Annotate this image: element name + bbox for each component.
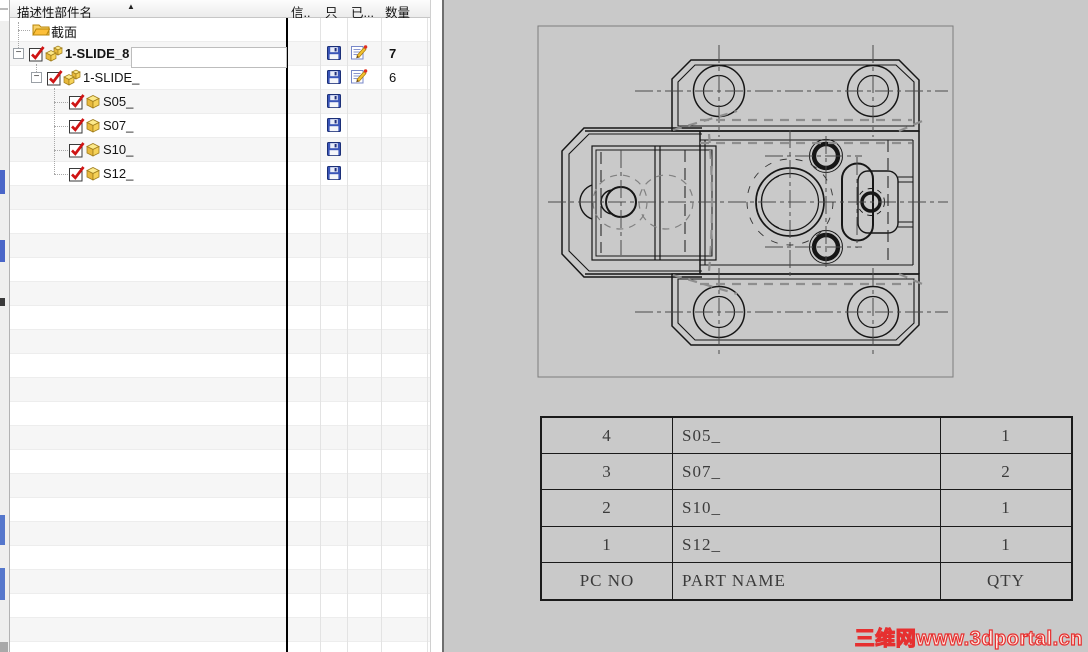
bom-part-name: S12_ [673,526,941,563]
tree-row-assembly-sub[interactable]: − 1-SLIDE_ 6 [10,66,431,90]
assembly-navigator-panel: 描述性部件名 ▲ 信.. 只 已... 数量 截面 − 1-SLIDE_8 7 … [10,0,431,652]
checkbox-checked-icon[interactable] [69,117,86,139]
sort-ascending-icon[interactable]: ▲ [127,2,135,11]
tree-item-label: S05_ [103,94,134,109]
tree-item-label: S12_ [103,166,134,181]
checkbox-checked-icon[interactable] [69,141,86,163]
collapse-expander-icon[interactable]: − [13,48,24,59]
save-disk-icon [327,118,341,137]
left-toolbar-fragment [0,240,5,262]
tree-item-label: 1-SLIDE_ [83,70,140,85]
cube-icon [85,142,101,162]
save-disk-icon [327,142,341,161]
bom-part-name: S10_ [673,490,941,527]
bom-qty: 1 [941,527,1071,563]
tree-row-section[interactable]: 截面 [10,18,431,42]
bom-qty: 1 [941,418,1071,455]
tree-row-part[interactable]: S10_ [10,138,431,162]
save-disk-icon [327,70,341,89]
navigator-column-header[interactable]: 描述性部件名 ▲ 信.. 只 已... 数量 [10,0,430,20]
checkbox-checked-icon[interactable] [69,93,86,115]
save-disk-icon [327,46,341,65]
tree-row-part[interactable]: S05_ [10,90,431,114]
bom-pc-no: 2 [542,490,673,527]
left-toolbar-fragment [0,170,5,194]
bom-header-part-name: PART NAME [673,562,941,599]
quantity-value: 7 [389,46,397,61]
assembly-cubes-icon [63,69,81,91]
assembly-cubes-icon [45,45,63,67]
left-toolbar-fragment [0,642,8,652]
bom-qty: 1 [941,490,1071,527]
bom-header-pc-no: PC NO [542,562,673,599]
tree-row-part[interactable]: S07_ [10,114,431,138]
tree-item-label: 截面 [51,25,78,40]
save-disk-icon [327,94,341,113]
left-toolbar-fragment [0,515,5,545]
cube-icon [85,166,101,186]
folder-icon [32,22,51,42]
left-toolbar-fragment [0,568,5,600]
bom-pc-no: 3 [542,454,673,491]
bom-header-qty: QTY [987,570,1025,590]
checkbox-checked-icon[interactable] [69,165,86,187]
bom-part-name: S07_ [673,454,941,491]
save-disk-icon [327,166,341,185]
cube-icon [85,94,101,114]
checkbox-checked-icon[interactable] [47,69,64,91]
edit-pencil-icon [351,69,368,90]
tree-item-label: 1-SLIDE_8 [65,46,130,61]
bom-part-name: S05_ [673,418,941,455]
cube-icon [85,118,101,138]
left-toolbar-fragment [0,298,5,306]
left-toolbar-fragment [0,8,8,10]
left-toolbar-strip [0,0,10,652]
tree-item-label: S07_ [103,118,134,133]
parts-list-table: 4 S05_ 1 3 S07_ 2 2 S10_ 1 1 S12_ 1 PC N… [540,416,1073,601]
row-label-overlay-box [131,47,287,68]
checkbox-checked-icon[interactable] [29,45,46,67]
bom-pc-no: 4 [542,418,673,455]
watermark-text: 三维网www.3dportal.cn [854,627,1083,650]
bom-pc-no: 1 [542,526,673,563]
quantity-value: 6 [389,70,397,85]
left-toolbar-strip-bg [0,21,9,652]
drawing-viewport[interactable]: 4 S05_ 1 3 S07_ 2 2 S10_ 1 1 S12_ 1 PC N… [442,0,1088,652]
tree-row-part[interactable]: S12_ [10,162,431,186]
tree-item-label: S10_ [103,142,134,157]
edit-pencil-icon [351,45,368,66]
bom-qty: 2 [941,454,1071,491]
collapse-expander-icon[interactable]: − [31,72,42,83]
